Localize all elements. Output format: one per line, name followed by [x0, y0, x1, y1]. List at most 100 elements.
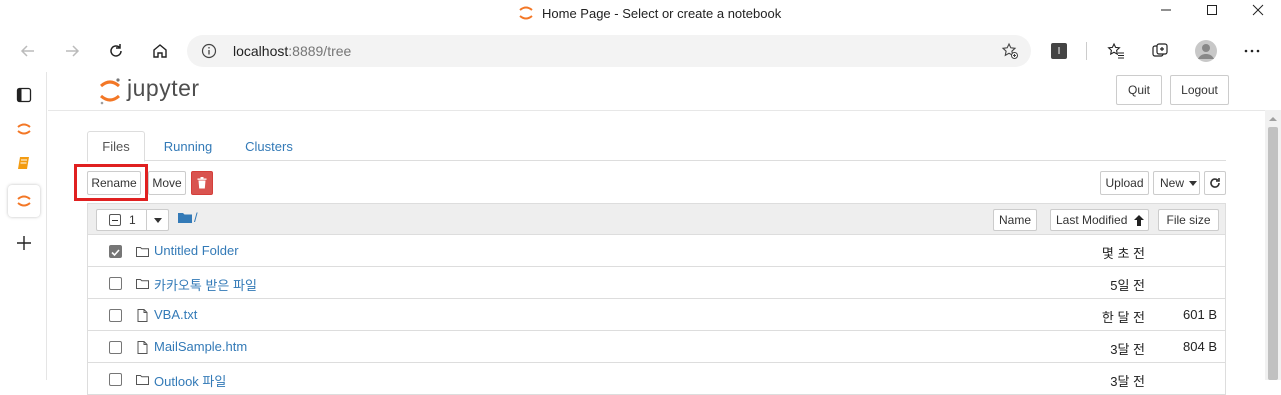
back-button[interactable] — [12, 35, 44, 67]
check-icon — [111, 249, 120, 257]
rename-button[interactable]: Rename — [87, 171, 141, 195]
new-dropdown-button[interactable]: New — [1153, 171, 1200, 195]
maximize-button[interactable] — [1189, 0, 1235, 20]
caret-down-icon — [1189, 181, 1197, 186]
toolbar-divider — [1086, 42, 1087, 60]
info-icon[interactable] — [201, 43, 217, 59]
file-list-item[interactable]: Outlook 파일 3달 전 — [87, 363, 1226, 395]
delete-button[interactable] — [191, 171, 213, 195]
window-title-bar: Home Page - Select or create a notebook — [0, 0, 1281, 28]
breadcrumb-root[interactable]: / — [194, 210, 198, 225]
item-last-modified: 몇 초 전 — [1101, 246, 1145, 261]
sort-by-file-size-button[interactable]: File size — [1158, 209, 1219, 231]
tab-clusters[interactable]: Clusters — [237, 131, 301, 161]
profile-button[interactable] — [1190, 35, 1222, 67]
dropdown-divider — [146, 210, 147, 230]
favorites-icon — [1107, 42, 1124, 59]
tab-files[interactable]: Files — [87, 131, 145, 162]
item-name-link[interactable]: MailSample.htm — [154, 339, 247, 354]
caret-down-icon — [154, 218, 162, 223]
notebook-icon — [18, 157, 29, 169]
item-last-modified: 5일 전 — [1110, 278, 1145, 293]
minimize-button[interactable] — [1143, 0, 1189, 20]
selected-count: 1 — [129, 213, 136, 227]
forward-button[interactable] — [56, 35, 88, 67]
jupyter-logo-icon — [17, 195, 31, 207]
refresh-list-button[interactable] — [1204, 171, 1226, 195]
collections-icon — [1152, 43, 1168, 57]
address-bar[interactable]: localhost:8889/tree — [187, 35, 1031, 67]
file-list-item[interactable]: VBA.txt 한 달 전 601 B — [87, 299, 1226, 331]
refresh-icon — [1210, 178, 1220, 188]
jupyter-logo-icon — [519, 6, 533, 20]
sidebar-tab-jupyter-1[interactable] — [8, 113, 40, 145]
file-list-item[interactable]: Untitled Folder 몇 초 전 — [87, 235, 1226, 267]
item-name-link[interactable]: Untitled Folder — [154, 243, 239, 258]
home-button[interactable] — [144, 35, 176, 67]
file-list-item[interactable]: 카카오톡 받은 파일 5일 전 — [87, 267, 1226, 299]
add-favorite-icon[interactable] — [1001, 42, 1019, 60]
item-file-size: 601 B — [1183, 307, 1217, 322]
trash-icon — [197, 177, 207, 189]
tab-actions-button[interactable] — [8, 79, 40, 111]
folder-icon — [136, 247, 149, 257]
arrow-up-icon — [1134, 215, 1144, 226]
close-window-button[interactable] — [1235, 0, 1281, 20]
select-all-checkbox[interactable] — [109, 214, 121, 226]
home-icon — [153, 44, 167, 58]
select-all-dropdown[interactable]: 1 — [96, 209, 169, 231]
forward-arrow-icon — [66, 45, 80, 57]
jupyter-logo-text: jupyter — [127, 75, 200, 101]
more-horizontal-icon — [1244, 49, 1260, 53]
sort-by-last-modified-button[interactable]: Last Modified — [1050, 209, 1149, 231]
extension-icon: I — [1051, 43, 1067, 59]
item-last-modified: 3달 전 — [1110, 374, 1145, 389]
plus-icon — [17, 236, 31, 250]
collections-button[interactable] — [1144, 35, 1176, 67]
scrollbar-thumb[interactable] — [1268, 127, 1278, 380]
scroll-up-icon[interactable] — [1268, 115, 1278, 123]
file-list-item[interactable]: MailSample.htm 3달 전 804 B — [87, 331, 1226, 363]
avatar-icon — [1195, 40, 1217, 62]
extension-button[interactable]: I — [1043, 35, 1075, 67]
item-checkbox[interactable] — [109, 245, 122, 258]
item-name-link[interactable]: Outlook 파일 — [154, 371, 226, 390]
minimize-icon — [1161, 9, 1171, 11]
back-arrow-icon — [20, 45, 34, 57]
refresh-icon — [110, 44, 122, 57]
item-checkbox[interactable] — [109, 309, 122, 322]
item-name-link[interactable]: VBA.txt — [154, 307, 197, 322]
tab-panel-icon — [16, 87, 32, 103]
logout-button[interactable]: Logout — [1170, 75, 1229, 105]
item-checkbox[interactable] — [109, 341, 122, 354]
header-divider — [48, 110, 1265, 111]
upload-button[interactable]: Upload — [1100, 171, 1149, 195]
item-checkbox[interactable] — [109, 277, 122, 290]
folder-icon — [136, 279, 149, 289]
window-title: Home Page - Select or create a notebook — [542, 6, 782, 21]
file-list-header: 1 / Name Last Modified File size — [87, 203, 1226, 235]
maximize-icon — [1207, 5, 1217, 15]
item-name-link[interactable]: 카카오톡 받은 파일 — [154, 275, 257, 294]
favorites-button[interactable] — [1100, 35, 1132, 67]
sort-by-name-button[interactable]: Name — [993, 209, 1037, 231]
page-scrollbar[interactable] — [1265, 110, 1281, 380]
tab-running[interactable]: Running — [155, 131, 221, 161]
sidebar-tab-notebook[interactable] — [8, 147, 40, 179]
quit-button[interactable]: Quit — [1116, 75, 1162, 105]
jupyter-logo-icon — [100, 78, 120, 105]
minus-icon — [112, 219, 118, 221]
last-modified-label: Last Modified — [1056, 213, 1128, 227]
new-label: New — [1160, 176, 1185, 190]
url-text[interactable]: localhost:8889/tree — [233, 43, 351, 59]
new-tab-button[interactable] — [8, 227, 40, 259]
refresh-button[interactable] — [100, 35, 132, 67]
move-button[interactable]: Move — [148, 171, 186, 195]
folder-icon[interactable] — [178, 212, 192, 223]
jupyter-logo-icon — [17, 123, 31, 135]
sidebar-tab-jupyter-active[interactable] — [8, 185, 40, 217]
item-last-modified: 한 달 전 — [1101, 310, 1145, 325]
settings-more-button[interactable] — [1236, 35, 1268, 67]
vertical-tabs-sidebar — [0, 72, 47, 380]
close-icon — [1252, 4, 1264, 16]
